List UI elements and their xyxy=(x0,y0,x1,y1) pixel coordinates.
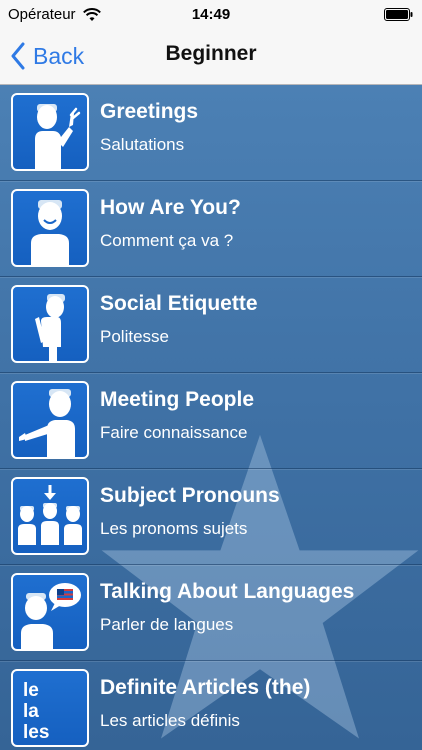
lesson-title: Social Etiquette xyxy=(100,292,258,315)
handshake-person-icon xyxy=(19,389,75,457)
page-title: Beginner xyxy=(165,42,257,65)
lesson-title: Subject Pronouns xyxy=(100,484,280,507)
lesson-list: Greetings Salutations How Are You? Comme… xyxy=(0,85,422,750)
articles-text-icon: le la les xyxy=(23,680,49,743)
lesson-row-greetings[interactable]: Greetings Salutations xyxy=(0,85,422,181)
lesson-title: Greetings xyxy=(100,100,199,123)
status-time: 14:49 xyxy=(191,6,231,23)
status-bar: Opérateur 14:49 xyxy=(0,0,422,28)
lesson-thumbnail xyxy=(11,285,89,363)
lesson-row-definite-articles[interactable]: le la les Definite Articles (the) Les ar… xyxy=(0,661,422,750)
lesson-thumbnail xyxy=(11,93,89,171)
lesson-title: Talking About Languages xyxy=(100,580,355,603)
bowing-person-icon xyxy=(35,294,65,361)
group-people-icon xyxy=(18,485,82,545)
lesson-title: How Are You? xyxy=(100,196,241,219)
navigation-bar: Back Beginner xyxy=(0,28,422,85)
lesson-thumbnail: le la les xyxy=(11,669,89,747)
lesson-thumbnail xyxy=(11,477,89,555)
article-les: les xyxy=(23,722,49,743)
lesson-subtitle: Comment ça va ? xyxy=(100,231,234,250)
lesson-thumbnail xyxy=(11,573,89,651)
article-le: le xyxy=(23,680,39,701)
lesson-row-subject-pronouns[interactable]: Subject Pronouns Les pronoms sujets xyxy=(0,469,422,565)
lesson-thumbnail xyxy=(11,381,89,459)
lesson-row-meeting-people[interactable]: Meeting People Faire connaissance xyxy=(0,373,422,469)
lesson-subtitle: Parler de langues xyxy=(100,615,234,634)
speech-flag-icon xyxy=(21,583,81,649)
battery-icon xyxy=(384,8,413,21)
screen: Opérateur 14:49 Back Beginner Greetings … xyxy=(0,0,422,750)
lesson-subtitle: Salutations xyxy=(100,135,185,154)
smiling-person-icon xyxy=(31,200,69,265)
lesson-subtitle: Faire connaissance xyxy=(100,423,248,442)
lesson-title: Definite Articles (the) xyxy=(100,676,311,699)
lesson-title: Meeting People xyxy=(100,388,255,411)
lesson-subtitle: Les articles définis xyxy=(100,711,240,730)
lesson-row-talking-about-languages[interactable]: Talking About Languages Parler de langue… xyxy=(0,565,422,661)
lesson-subtitle: Les pronoms sujets xyxy=(100,519,248,538)
lesson-subtitle: Politesse xyxy=(100,327,169,346)
waving-person-icon xyxy=(35,104,81,169)
lesson-thumbnail xyxy=(11,189,89,267)
lesson-row-social-etiquette[interactable]: Social Etiquette Politesse xyxy=(0,277,422,373)
article-la: la xyxy=(23,701,39,722)
lesson-row-how-are-you[interactable]: How Are You? Comment ça va ? xyxy=(0,181,422,277)
